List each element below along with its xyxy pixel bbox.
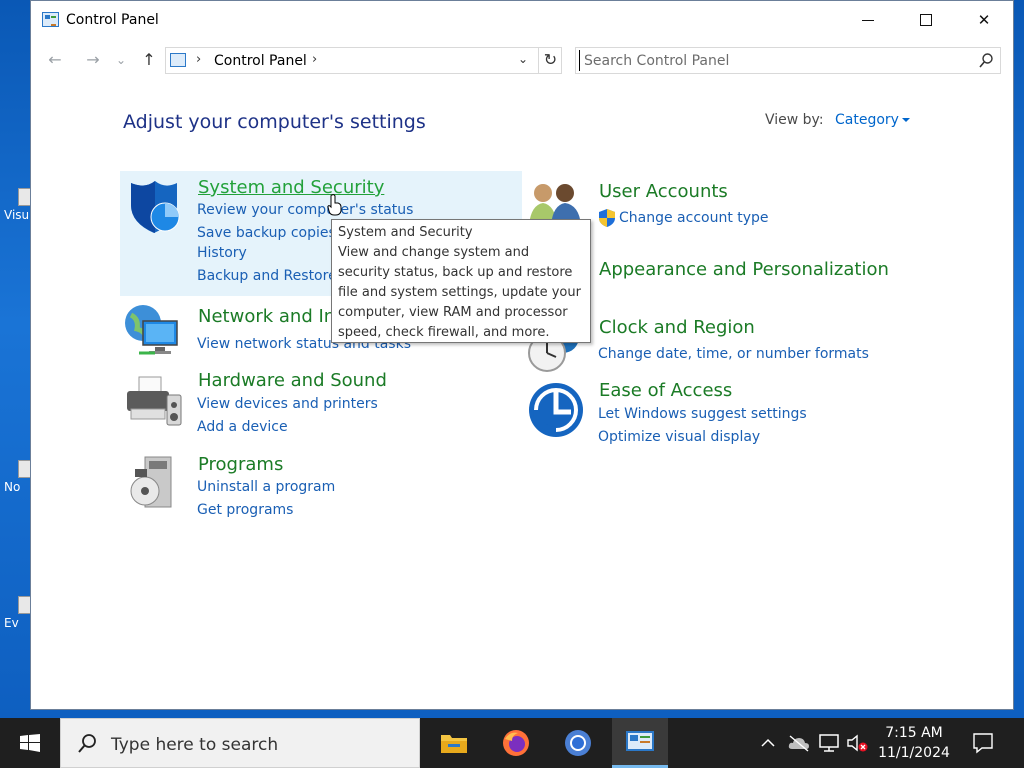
taskbar-search-box[interactable]: Type here to search bbox=[60, 718, 420, 768]
hand-cursor-icon bbox=[327, 194, 342, 216]
minimize-button[interactable] bbox=[839, 1, 897, 39]
clock-time: 7:15 AM bbox=[885, 725, 943, 741]
search-icon[interactable] bbox=[978, 52, 994, 70]
search-input[interactable] bbox=[579, 50, 969, 71]
network-icon[interactable] bbox=[123, 301, 183, 359]
view-by-dropdown[interactable]: Category bbox=[835, 112, 910, 128]
chevron-right-icon[interactable]: › bbox=[196, 52, 201, 67]
close-button[interactable]: ✕ bbox=[955, 1, 1013, 39]
system-security-link[interactable]: System and Security bbox=[198, 177, 384, 198]
file-history-link[interactable]: History bbox=[197, 245, 247, 261]
get-programs-link[interactable]: Get programs bbox=[197, 502, 293, 518]
minimize-icon bbox=[862, 19, 874, 21]
desktop-icon-visual-studio[interactable]: Visu bbox=[4, 188, 32, 222]
taskbar-firefox[interactable] bbox=[488, 718, 544, 768]
control-panel-icon bbox=[170, 53, 186, 67]
chrome-icon bbox=[565, 730, 591, 756]
back-button[interactable]: ← bbox=[43, 49, 67, 71]
clock-region-link[interactable]: Clock and Region bbox=[599, 317, 755, 338]
control-panel-icon bbox=[626, 731, 654, 751]
chevron-up-icon[interactable] bbox=[760, 735, 776, 751]
uac-shield-icon bbox=[599, 209, 615, 227]
maximize-icon bbox=[920, 14, 932, 26]
maximize-button[interactable] bbox=[897, 1, 955, 39]
review-status-link[interactable]: Review your computer's status bbox=[197, 202, 413, 218]
page-title: Adjust your computer's settings bbox=[123, 111, 426, 133]
control-panel-icon bbox=[42, 12, 59, 27]
refresh-button[interactable]: ↻ bbox=[538, 47, 562, 74]
address-dropdown-icon[interactable]: ⌄ bbox=[518, 52, 528, 66]
taskbar: Type here to search 7:15 AM 11/1/2024 bbox=[0, 718, 1024, 768]
onedrive-icon[interactable] bbox=[788, 734, 810, 752]
breadcrumb-control-panel[interactable]: Control Panel bbox=[214, 53, 307, 69]
up-button[interactable]: ↑ bbox=[137, 49, 161, 71]
add-device-link[interactable]: Add a device bbox=[197, 419, 288, 435]
programs-link[interactable]: Programs bbox=[198, 454, 283, 475]
change-date-time-link[interactable]: Change date, time, or number formats bbox=[598, 346, 869, 362]
hardware-sound-link[interactable]: Hardware and Sound bbox=[198, 370, 387, 391]
let-windows-suggest-link[interactable]: Let Windows suggest settings bbox=[598, 406, 807, 422]
tooltip: System and Security View and change syst… bbox=[331, 219, 591, 343]
optimize-display-link[interactable]: Optimize visual display bbox=[598, 429, 760, 445]
view-devices-link[interactable]: View devices and printers bbox=[197, 396, 378, 412]
search-box[interactable] bbox=[575, 47, 1001, 74]
uninstall-program-link[interactable]: Uninstall a program bbox=[197, 479, 335, 495]
close-icon: ✕ bbox=[977, 11, 991, 29]
view-by-label: View by: bbox=[765, 112, 824, 128]
desktop-icon-event[interactable]: Ev bbox=[4, 596, 32, 630]
windows-logo-icon bbox=[20, 734, 40, 752]
notification-icon[interactable] bbox=[972, 732, 994, 754]
volume-muted-icon[interactable] bbox=[846, 733, 868, 753]
change-account-type-link[interactable]: Change account type bbox=[619, 210, 769, 226]
navigation-bar: ← → ⌄ ↑ › Control Panel › ⌄ ↻ bbox=[31, 41, 1013, 79]
chevron-down-icon bbox=[901, 118, 910, 122]
network-status-icon[interactable] bbox=[818, 733, 840, 753]
recent-locations-button[interactable]: ⌄ bbox=[113, 49, 129, 71]
clock-date: 11/1/2024 bbox=[878, 745, 950, 761]
window-title: Control Panel bbox=[66, 12, 159, 28]
folder-icon bbox=[441, 735, 467, 753]
tooltip-body: View and change system and security stat… bbox=[338, 245, 581, 340]
control-panel-window: Control Panel ✕ ← → ⌄ ↑ › Control Panel … bbox=[30, 0, 1014, 710]
search-icon bbox=[78, 734, 96, 753]
forward-button[interactable]: → bbox=[81, 49, 105, 71]
desktop-icon-label: Ev bbox=[4, 616, 19, 630]
start-button[interactable] bbox=[0, 718, 60, 768]
desktop-icon-notepad[interactable]: No bbox=[4, 460, 32, 494]
tooltip-title: System and Security bbox=[338, 225, 473, 240]
printer-icon[interactable] bbox=[123, 373, 185, 431]
address-bar[interactable]: › Control Panel › ⌄ bbox=[165, 47, 562, 74]
ease-of-access-link[interactable]: Ease of Access bbox=[599, 380, 732, 401]
taskbar-search-placeholder: Type here to search bbox=[111, 735, 279, 755]
ease-of-access-icon[interactable] bbox=[527, 381, 585, 439]
firefox-icon bbox=[503, 730, 529, 756]
programs-icon[interactable] bbox=[127, 455, 183, 511]
taskbar-clock[interactable]: 7:15 AM 11/1/2024 bbox=[872, 723, 956, 763]
title-bar[interactable]: Control Panel ✕ bbox=[31, 1, 1013, 39]
taskbar-file-explorer[interactable] bbox=[426, 718, 482, 768]
appearance-personalization-link[interactable]: Appearance and Personalization bbox=[599, 259, 889, 280]
view-by-value: Category bbox=[835, 112, 899, 128]
taskbar-chrome[interactable] bbox=[550, 718, 606, 768]
user-accounts-link[interactable]: User Accounts bbox=[599, 181, 728, 202]
chevron-right-icon[interactable]: › bbox=[312, 52, 317, 67]
desktop-icon-label: No bbox=[4, 480, 21, 494]
desktop-icon-label: Visu bbox=[4, 208, 30, 222]
shield-icon[interactable] bbox=[125, 179, 183, 237]
taskbar-control-panel[interactable] bbox=[612, 718, 668, 768]
